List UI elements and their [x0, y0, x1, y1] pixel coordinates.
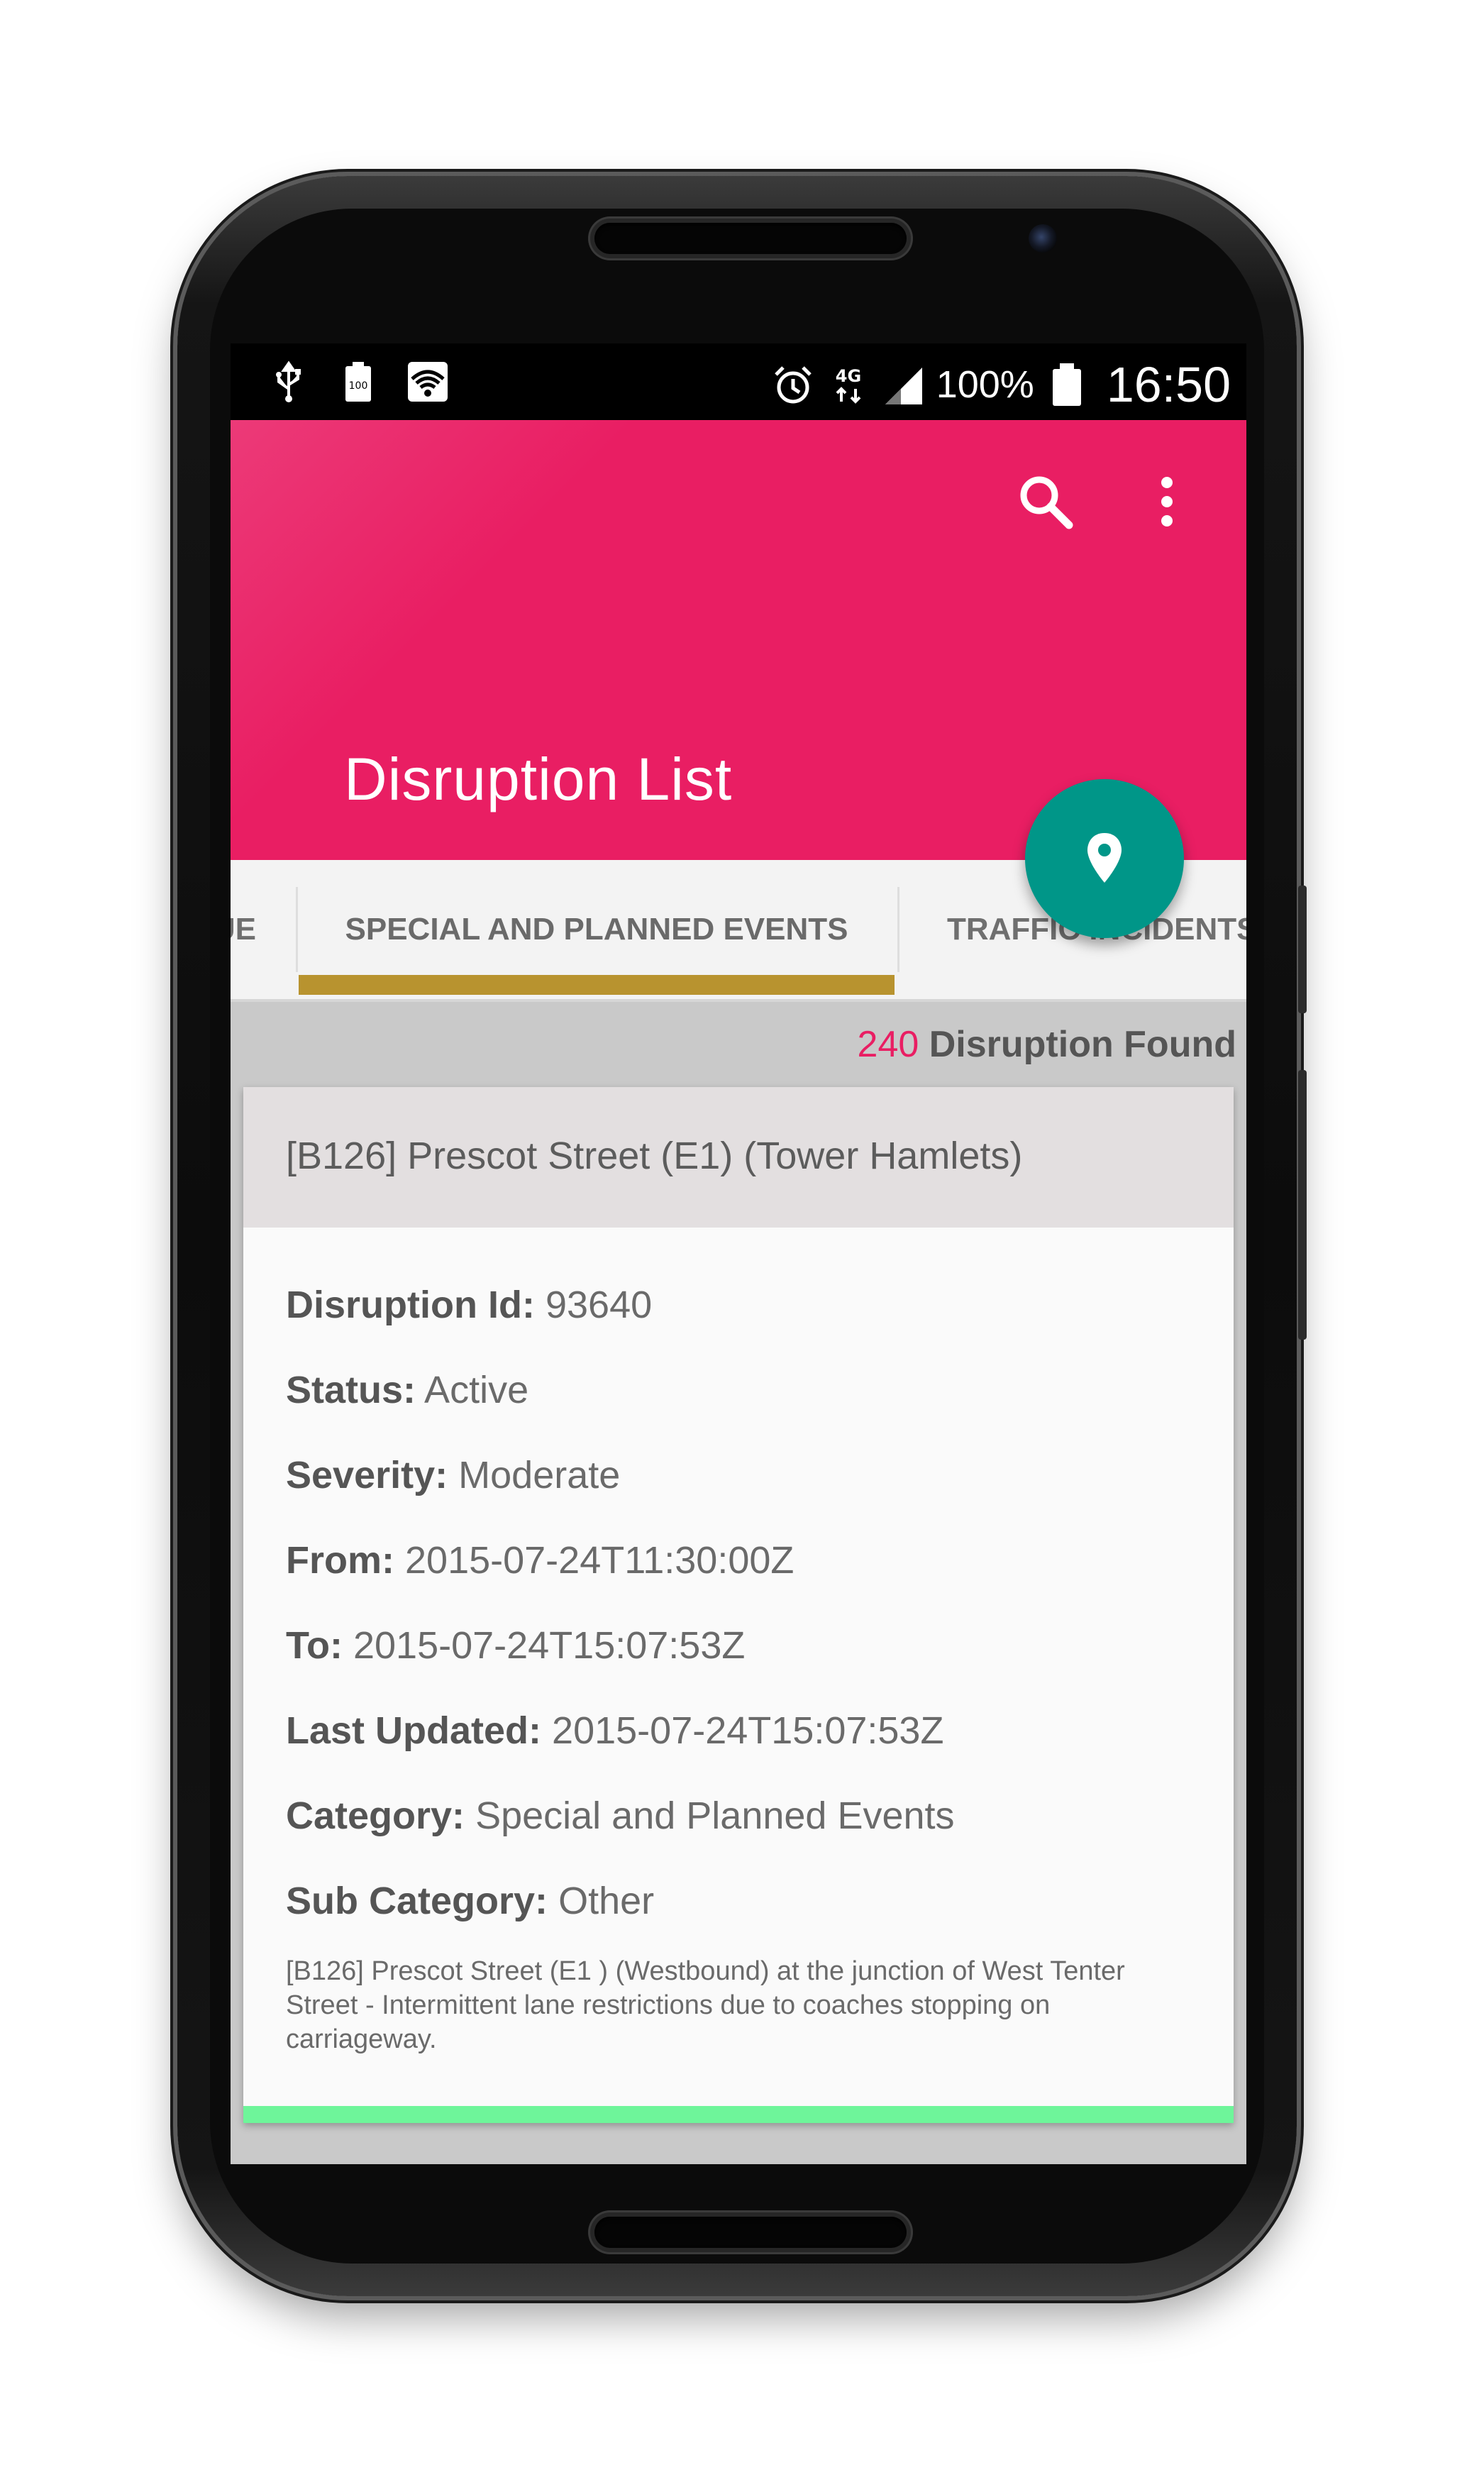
card-heading: [B126] Prescot Street (E1) (Tower Hamlet… [286, 1135, 1023, 1177]
battery-icon [1052, 363, 1081, 406]
disruption-description: [B126] Prescot Street (E1 ) (Westbound) … [286, 1956, 1125, 2054]
field-value: 2015-07-24T15:07:53Z [353, 1624, 746, 1667]
location-pin-icon [1087, 833, 1122, 883]
network-4g-icon: 4G [836, 366, 861, 404]
search-icon[interactable] [1014, 470, 1078, 534]
disruption-card[interactable]: [B126] Prescot Street (E1) (Tower Hamlet… [243, 1087, 1234, 2123]
field-value: 2015-07-24T15:07:53Z [552, 1709, 944, 1752]
signal-icon [885, 368, 922, 404]
field-label: Last Updated: [286, 1709, 542, 1752]
field-value: Special and Planned Events [475, 1794, 955, 1837]
power-button [1298, 1070, 1307, 1340]
tab-indicator [299, 975, 895, 995]
svg-text:100: 100 [349, 380, 368, 392]
bottom-speaker [594, 2217, 907, 2248]
tab-partial-left[interactable]: UE [231, 860, 256, 999]
field-value: Active [424, 1369, 529, 1411]
top-speaker [594, 223, 907, 254]
field-label: Sub Category: [286, 1880, 548, 1922]
battery-100-icon: 100 [345, 362, 371, 402]
usb-icon [276, 360, 301, 402]
app-screen: 100 4G 100% 16:50 Disruption List E SPEC… [231, 343, 1246, 2164]
field-label: Severity: [286, 1454, 448, 1496]
more-vert-icon[interactable] [1153, 470, 1181, 534]
page-title: Disruption List [344, 746, 733, 812]
results-count: 240 [857, 1024, 919, 1065]
field-category: Category: Special and Planned Events [286, 1794, 955, 1838]
map-fab-button[interactable] [1025, 779, 1184, 938]
volume-button [1298, 886, 1307, 1013]
field-label: To: [286, 1624, 343, 1667]
field-value: Moderate [458, 1454, 621, 1496]
battery-percent-text: 100% [936, 363, 1034, 406]
card-header: [B126] Prescot Street (E1) (Tower Hamlet… [243, 1087, 1234, 1228]
field-from: From: 2015-07-24T11:30:00Z [286, 1538, 794, 1582]
tab-divider [897, 887, 899, 972]
clock-text: 16:50 [1106, 357, 1231, 412]
card-status-bar [243, 2106, 1234, 2123]
field-status: Status: Active [286, 1368, 528, 1412]
results-count-row: 240 Disruption Found [858, 1023, 1236, 1066]
wifi-icon [408, 362, 448, 402]
field-label: Status: [286, 1369, 416, 1411]
field-last-updated: Last Updated: 2015-07-24T15:07:53Z [286, 1709, 943, 1753]
field-label: From: [286, 1539, 394, 1582]
field-label: Category: [286, 1794, 465, 1837]
field-value: Other [558, 1880, 655, 1922]
field-to: To: 2015-07-24T15:07:53Z [286, 1623, 745, 1667]
field-disruption-id: Disruption Id: 93640 [286, 1283, 652, 1327]
status-bar: 100 4G 100% 16:50 [231, 343, 1246, 420]
tab-divider [296, 887, 298, 972]
front-camera [1029, 224, 1057, 253]
field-label: Disruption Id: [286, 1284, 535, 1326]
disruption-list: 240 Disruption Found [B126] Prescot Stre… [231, 1002, 1246, 2164]
results-label: Disruption Found [929, 1024, 1236, 1065]
network-type-text: 4G [836, 366, 861, 386]
field-sub-category: Sub Category: Other [286, 1879, 654, 1923]
field-value: 2015-07-24T11:30:00Z [405, 1539, 794, 1582]
alarm-icon [774, 366, 812, 404]
field-severity: Severity: Moderate [286, 1453, 620, 1497]
field-value: 93640 [545, 1284, 653, 1326]
